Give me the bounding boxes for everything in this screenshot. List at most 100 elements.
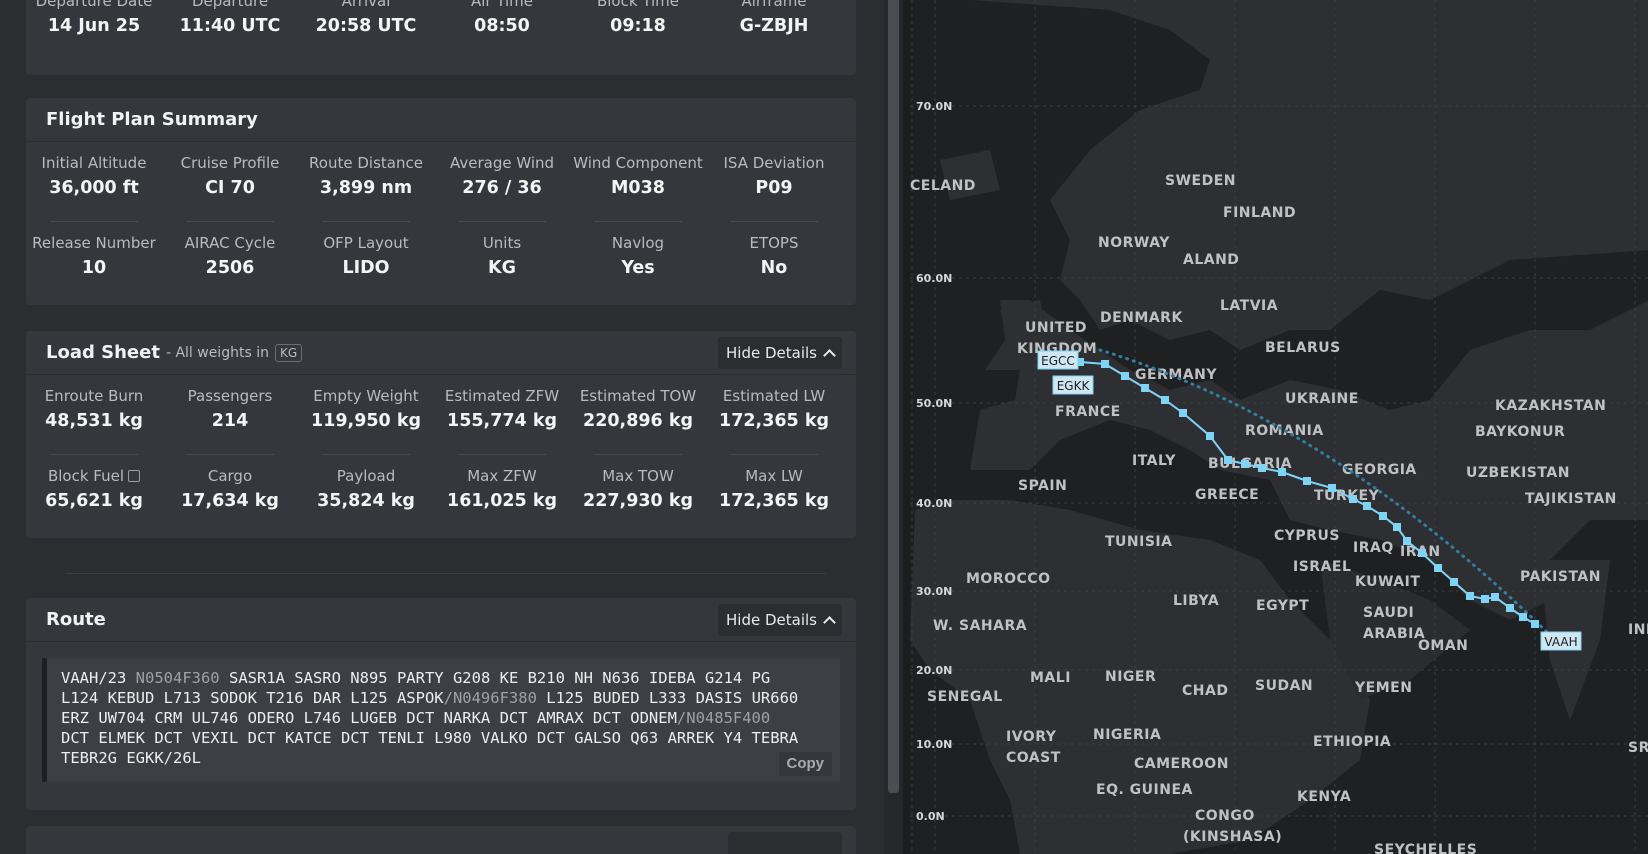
stat-cell: Cargo 17,634 kg [162,455,298,535]
country-label: SEYCHELLES [1374,842,1477,854]
route-waypoint-marker [1466,592,1474,600]
route-waypoint-marker [1141,384,1149,392]
load-sheet-card: Load Sheet - All weights in KG Hide Deta… [26,331,856,538]
stat-value: 3,899 nm [319,178,413,198]
route-segment: VAAH/23 [61,669,136,687]
fuel-icon[interactable] [128,470,141,482]
stat-label: Release Number [26,234,162,252]
stat-value: CI 70 [205,178,255,198]
stat-label: Initial Altitude [26,154,162,172]
map-canvas[interactable]: 70.0N 60.0N 50.0N 40.0N 30.0N 20.0N 10.0N 0.0N C… [910,0,1648,854]
latitude-label: 30.0N [916,585,952,598]
country-label: EGYPT [1256,598,1309,614]
airport-label: VAAH [1544,635,1577,649]
country-label: INDIA [1628,622,1648,638]
country-label: FINLAND [1223,205,1296,221]
country-label: COAST [1006,750,1061,766]
stat-cell: Estimated LW 172,365 kg [706,375,842,455]
hide-details-label: Hide Details [726,611,817,629]
stat-label-text: ISA Deviation [723,154,825,172]
country-label: CHAD [1182,683,1228,699]
load-sheet-header: Load Sheet - All weights in KG Hide Deta… [26,331,856,375]
stat-label: Navlog [570,234,706,252]
country-label: TAJIKISTAN [1525,491,1617,507]
route-string[interactable]: VAAH/23 N0504F360 SASR1A SASRO N895 PART… [42,658,840,782]
stat-label: Units [434,234,570,252]
flight-times-grid: Departure Date 14 Jun 25 Departure 11:40 UT… [26,0,856,60]
route-waypoint-marker [1418,549,1426,557]
stat-cell: Estimated TOW 220,896 kg [570,375,706,455]
country-label: SENEGAL [927,689,1003,705]
dispatch-panel: Departure Date 14 Jun 25 Departure 11:40 UT… [0,0,884,854]
country-label: ISRAEL [1293,559,1351,575]
country-label: YEMEN [1354,680,1412,696]
country-label: DENMARK [1100,310,1183,326]
country-label: GEORGIA [1342,462,1417,478]
next-card [26,826,856,854]
route-waypoint-marker [1450,578,1458,586]
stat-label: Departure [162,0,298,10]
route-waypoint-marker [1481,595,1489,603]
load-sheet-grid: Enroute Burn 48,531 kg Passengers 214 Empty … [26,375,856,535]
next-card-button[interactable] [728,832,842,854]
stat-cell: OFP Layout LIDO [298,222,434,302]
scrollbar-thumb[interactable] [888,0,899,793]
stat-cell: Arrival 20:58 UTC [298,0,434,60]
route-waypoint-marker [1363,502,1371,510]
country-label: GERMANY [1135,367,1217,383]
country-label: OMAN [1418,638,1468,654]
stat-cell: Estimated ZFW 155,774 kg [434,375,570,455]
stat-value: 09:18 [610,16,666,36]
route-hide-details-button[interactable]: Hide Details [718,604,842,636]
stat-value: 65,621 kg [45,491,143,511]
country-label: GREECE [1195,487,1259,503]
stat-cell: Max ZFW 161,025 kg [434,455,570,535]
country-label: KAZAKHSTAN [1495,398,1606,414]
stat-label-text: Max ZFW [467,467,537,485]
route-speed-level: /N0496F380 [443,689,537,707]
stat-cell: Route Distance 3,899 nm [298,142,434,222]
country-label: W. SAHARA [933,618,1027,634]
country-label: CELAND [910,178,976,194]
stat-value: M038 [611,178,665,198]
stat-label: Max LW [706,467,842,485]
stat-cell: Block Fuel 65,621 kg [26,455,162,535]
stat-value: 08:50 [474,16,530,36]
route-waypoint-marker [1224,456,1232,464]
stat-label-text: Release Number [32,234,156,252]
chevron-up-icon [823,349,836,362]
stat-value: 155,774 kg [447,411,557,431]
load-sheet-hide-details-button[interactable]: Hide Details [718,337,842,369]
route-waypoint-marker [1506,604,1514,612]
route-line: DCT ELMEK DCT VEXIL DCT KATCE DCT TENLI … [61,728,826,748]
stat-value: 35,824 kg [317,491,415,511]
route-waypoint-marker [1393,523,1401,531]
stat-value: 14 Jun 25 [47,16,141,36]
flight-times-card: Departure Date 14 Jun 25 Departure 11:40 UT… [26,0,856,75]
route-line: VAAH/23 N0504F360 SASR1A SASRO N895 PART… [61,668,826,688]
country-label: SAUDI [1363,605,1414,621]
country-label: BELARUS [1265,340,1341,356]
stat-label: Max ZFW [434,467,570,485]
copy-route-button[interactable]: Copy [778,752,832,776]
country-label: NORWAY [1098,235,1170,251]
map-land-europe [970,0,1648,350]
route-segment: TEBR2G EGKK/26L [61,749,201,767]
latitude-label: 50.0N [916,397,952,410]
stat-label-text: Payload [336,467,396,485]
latitude-label: 60.0N [916,272,952,285]
route-line: TEBR2G EGKK/26L [61,748,826,768]
stat-cell: Air Time 08:50 [434,0,570,60]
country-label: MOROCCO [966,571,1050,587]
route-waypoint-marker [1519,613,1527,621]
stat-cell: Payload 35,824 kg [298,455,434,535]
stat-cell: Enroute Burn 48,531 kg [26,375,162,455]
route-map[interactable]: 70.0N 60.0N 50.0N 40.0N 30.0N 20.0N 10.0N 0.0N C… [910,0,1648,854]
stat-cell: Departure 11:40 UTC [162,0,298,60]
route-waypoint-marker [1278,468,1286,476]
panel-divider[interactable] [903,0,910,854]
route-line: ERZ UW704 CRM UL746 ODERO L746 LUGEB DCT… [61,708,826,728]
stat-label-text: Arrival [341,0,391,10]
stat-value: 161,025 kg [447,491,557,511]
route-waypoint-marker [1161,396,1169,404]
